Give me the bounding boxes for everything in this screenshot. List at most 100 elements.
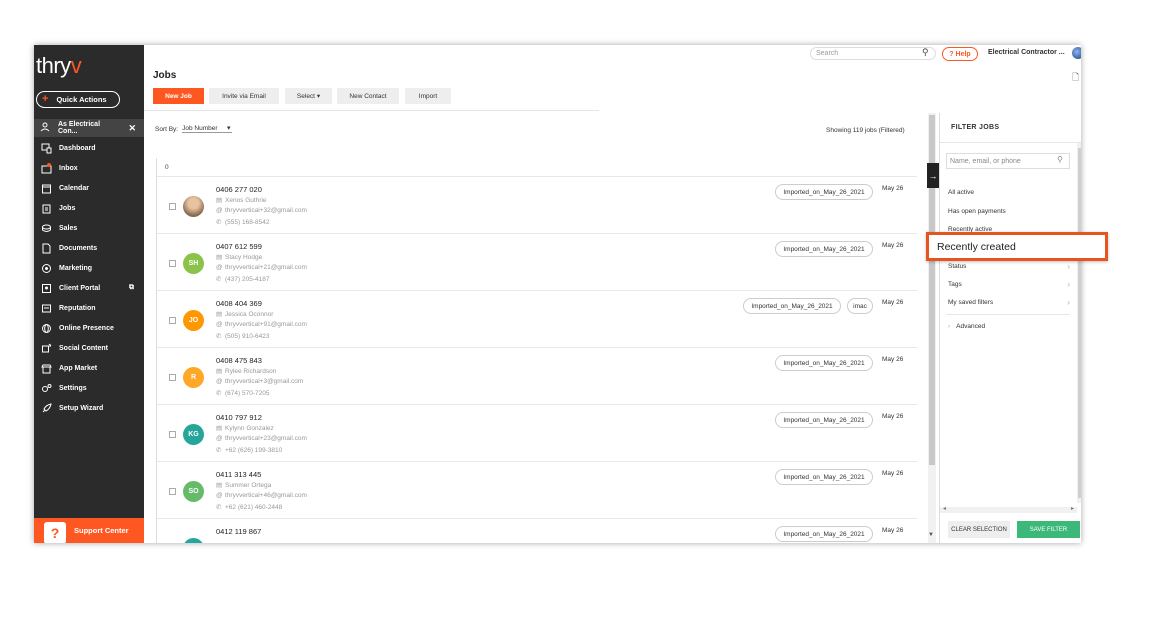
sidebar-item-reputation[interactable]: Reputation bbox=[34, 299, 144, 317]
filter-search-input[interactable]: Name, email, or phone bbox=[946, 153, 1070, 169]
horizontal-scrollbar[interactable]: ◂ ▸ bbox=[940, 505, 1077, 513]
filter-option-all-active[interactable]: All active bbox=[948, 189, 1070, 196]
sidebar-item-inbox[interactable]: Inbox bbox=[34, 159, 144, 177]
tag-badge[interactable]: Imported_on_May_26_2021 bbox=[743, 298, 841, 314]
tag-badge[interactable]: Imported_on_May_26_2021 bbox=[775, 241, 873, 257]
sort-select[interactable]: Job Number bbox=[182, 124, 232, 133]
sidebar-item-dashboard[interactable]: Dashboard bbox=[34, 139, 144, 157]
job-phone[interactable]: 0412 119 867 bbox=[216, 527, 261, 536]
search-input[interactable]: Search bbox=[810, 47, 936, 60]
result-count: Showing 119 jobs (Filtered) bbox=[826, 127, 905, 134]
documents-icon bbox=[40, 242, 52, 254]
row-checkbox[interactable] bbox=[169, 317, 176, 324]
job-email: @ thryvvertical+21@gmail.com bbox=[216, 264, 307, 271]
search-icon[interactable]: ⚲ bbox=[1057, 155, 1063, 164]
divider bbox=[144, 110, 599, 111]
tag-badge[interactable]: Imported_on_May_26_2021 bbox=[775, 355, 873, 371]
table-row[interactable]: KG 0410 797 912 ▤ Kylynn Gonzalez @ thryvv… bbox=[157, 404, 917, 461]
sort-by: Sort By: Job Number bbox=[155, 124, 232, 133]
search-icon[interactable]: ⚲ bbox=[922, 47, 929, 58]
sidebar-item-calendar[interactable]: Calendar bbox=[34, 179, 144, 197]
import-button[interactable]: Import bbox=[405, 88, 451, 104]
job-tel: ✆ +62 (626) 199-3810 bbox=[216, 447, 283, 454]
collapse-filter-button[interactable]: → bbox=[927, 163, 939, 188]
table-row[interactable]: 0406 277 020 ▤ Xenos Guthrie @ thryvvertic… bbox=[157, 176, 917, 233]
table-row[interactable]: JO 0408 404 369 ▤ Jessica Oconnor @ thryvv… bbox=[157, 290, 917, 347]
job-email: @ thryvvertical+23@gmail.com bbox=[216, 435, 307, 442]
table-row[interactable]: 0412 119 867 ▤ @ ✆ May 26Imported_on_May… bbox=[157, 518, 917, 543]
account-switcher[interactable]: As Electrical Con... ✕ bbox=[34, 119, 144, 137]
tag-badge[interactable]: Imported_on_May_26_2021 bbox=[775, 412, 873, 428]
filter-tags[interactable]: Tags › bbox=[948, 280, 1070, 289]
sidebar-item-sales[interactable]: Sales bbox=[34, 219, 144, 237]
tag-badge[interactable]: Imported_on_May_26_2021 bbox=[775, 469, 873, 485]
row-checkbox[interactable] bbox=[169, 431, 176, 438]
chevron-right-icon[interactable]: ▸ bbox=[1071, 505, 1074, 512]
filter-saved[interactable]: My saved filters › bbox=[948, 298, 1070, 307]
avatar[interactable] bbox=[1072, 47, 1081, 59]
sidebar-item-client-portal[interactable]: Client Portal ⧉ bbox=[34, 279, 144, 297]
invite-email-button[interactable]: Invite via Email bbox=[209, 88, 279, 104]
sidebar-item-label: Client Portal bbox=[59, 284, 101, 292]
globe-icon bbox=[40, 322, 52, 334]
row-checkbox[interactable] bbox=[169, 374, 176, 381]
at-icon: @ bbox=[216, 207, 223, 214]
new-job-button[interactable]: New Job bbox=[153, 88, 204, 104]
job-phone[interactable]: 0411 313 445 bbox=[216, 470, 261, 479]
sidebar-item-label: Social Content bbox=[59, 344, 109, 352]
tag-badge[interactable]: Imported_on_May_26_2021 bbox=[775, 184, 873, 200]
phone-icon: ✆ bbox=[216, 333, 222, 340]
table-row[interactable]: SH 0407 612 599 ▤ Stacy Hodge @ thryvverti… bbox=[157, 233, 917, 290]
job-phone[interactable]: 0407 612 599 bbox=[216, 242, 262, 251]
sidebar-item-social-content[interactable]: Social Content bbox=[34, 339, 144, 357]
row-checkbox[interactable] bbox=[169, 260, 176, 267]
tag-badge[interactable]: imac bbox=[847, 298, 873, 314]
clear-selection-button[interactable]: CLEAR SELECTION bbox=[948, 521, 1010, 538]
quick-actions-button[interactable]: + Quick Actions bbox=[36, 91, 120, 108]
contact-card-icon: ▤ bbox=[216, 368, 223, 375]
sidebar-item-documents[interactable]: Documents bbox=[34, 239, 144, 257]
support-center-button[interactable]: ? Support Center bbox=[34, 518, 144, 543]
advanced-toggle[interactable]: › Advanced bbox=[948, 323, 985, 330]
table-row[interactable]: R 0408 475 843 ▤ Rylee Richardson @ thryvv… bbox=[157, 347, 917, 404]
job-phone[interactable]: 0408 404 369 bbox=[216, 299, 262, 308]
chevron-right-icon: › bbox=[1067, 262, 1070, 271]
scroll-down-icon[interactable]: ▼ bbox=[928, 532, 934, 538]
account-name[interactable]: Electrical Contractor ... bbox=[988, 49, 1065, 56]
document-icon[interactable]: 🗋 bbox=[1072, 70, 1079, 86]
row-checkbox[interactable] bbox=[169, 203, 176, 210]
sidebar-item-settings[interactable]: Settings bbox=[34, 379, 144, 397]
chevron-left-icon[interactable]: ◂ bbox=[943, 505, 946, 512]
app-window: thryv + Quick Actions As Electrical Con.… bbox=[34, 45, 1081, 543]
sidebar-item-online-presence[interactable]: Online Presence bbox=[34, 319, 144, 337]
avatar bbox=[183, 196, 204, 217]
contact-card-icon: ▤ bbox=[216, 311, 223, 318]
help-button[interactable]: ? Help bbox=[942, 47, 978, 61]
job-phone[interactable]: 0410 797 912 bbox=[216, 413, 262, 422]
divider bbox=[946, 314, 1070, 315]
filter-status[interactable]: Status › bbox=[948, 262, 1070, 271]
sidebar-item-app-market[interactable]: App Market bbox=[34, 359, 144, 377]
new-contact-button[interactable]: New Contact bbox=[337, 88, 399, 104]
save-filter-button[interactable]: SAVE FILTER bbox=[1017, 521, 1080, 538]
filter-option-open-payments[interactable]: Has open payments bbox=[948, 208, 1070, 215]
sidebar-item-label: Jobs bbox=[59, 204, 76, 212]
job-contact-name: ▤ Xenos Guthrie bbox=[216, 197, 267, 204]
sales-icon bbox=[40, 222, 52, 234]
row-checkbox[interactable] bbox=[169, 488, 176, 495]
sidebar-item-jobs[interactable]: Jobs bbox=[34, 199, 144, 217]
sidebar-item-marketing[interactable]: Marketing bbox=[34, 259, 144, 277]
sidebar-item-setup-wizard[interactable]: Setup Wizard bbox=[34, 399, 144, 417]
close-icon[interactable]: ✕ bbox=[128, 123, 136, 134]
job-phone[interactable]: 0406 277 020 bbox=[216, 185, 262, 194]
filter-scrollbar-thumb[interactable] bbox=[1078, 148, 1081, 498]
contact-card-icon: ▤ bbox=[216, 425, 223, 432]
tag-badge[interactable]: Imported_on_May_26_2021 bbox=[775, 526, 873, 542]
select-dropdown[interactable]: Select ▾ bbox=[285, 88, 332, 104]
job-phone[interactable]: 0408 475 843 bbox=[216, 356, 262, 365]
sidebar-item-label: Settings bbox=[59, 384, 87, 392]
avatar: JO bbox=[183, 310, 204, 331]
table-row[interactable]: SO 0411 313 445 ▤ Summer Ortega @ thryvver… bbox=[157, 461, 917, 518]
highlight-recently-created[interactable]: Recently created bbox=[926, 232, 1108, 261]
job-date: May 26 bbox=[882, 527, 904, 534]
